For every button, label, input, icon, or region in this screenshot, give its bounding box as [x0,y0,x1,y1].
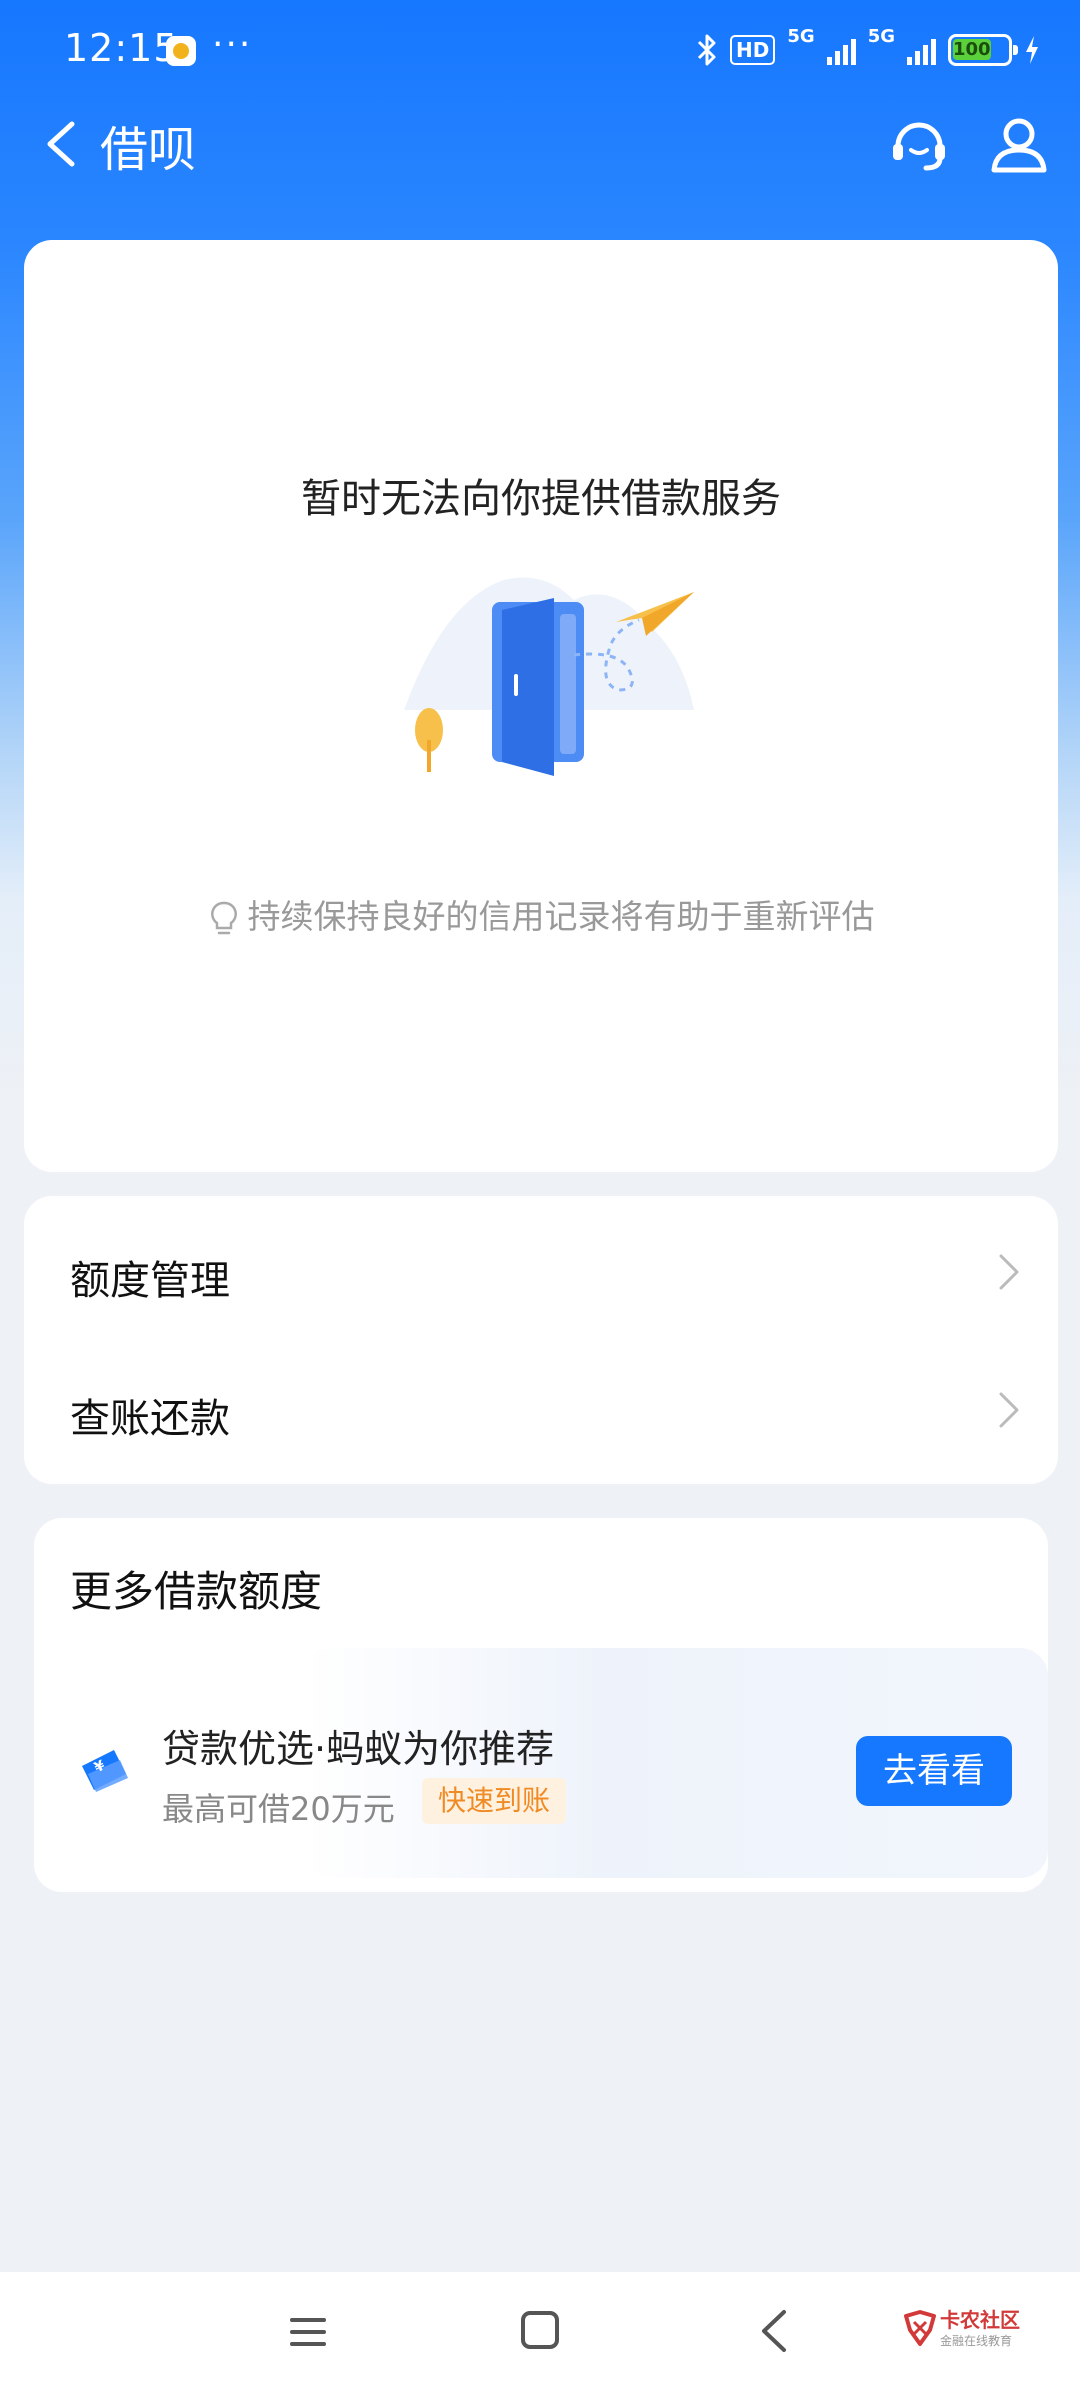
status-icons: HD 5G 5G 100 [696,28,1040,72]
recent-apps-button[interactable] [286,2310,330,2354]
promo-title: 贷款优选·蚂蚁为你推荐 [162,1727,555,1771]
loan-ticket-icon: ¥ [82,1750,128,1792]
chevron-right-icon [999,1254,1019,1290]
menu-icon [290,2318,326,2346]
user-icon [991,118,1047,173]
menu-item-label: 查账还款 [70,1396,230,1442]
door-illustration-icon [404,577,694,776]
profile-button[interactable] [984,108,1054,178]
network-type-1: 5G [787,26,815,47]
view-offer-button[interactable]: 去看看 [856,1736,1012,1806]
menu-item-label: 额度管理 [70,1258,230,1304]
promo-subtitle: 最高可借20万元 [162,1790,395,1828]
battery-icon: 100 [948,34,1018,66]
watermark-subtitle: 金融在线教育 [940,2334,1013,2348]
status-more-indicator: ··· [212,24,253,65]
signal-strength-2-icon [907,35,936,65]
credit-tip: 持续保持良好的信用记录将有助于重新评估 [24,890,1058,938]
back-arrow-icon [762,2310,786,2352]
menu-card: 额度管理 查账还款 [24,1196,1058,1484]
charging-icon [1026,36,1038,64]
signal-strength-1-icon [826,35,856,65]
back-icon [47,121,75,167]
battery-level: 100 [953,39,991,60]
customer-service-icon [893,122,945,171]
home-button[interactable] [518,2308,562,2352]
unavailable-message: 暂时无法向你提供借款服务 [301,476,781,522]
menu-item-quota-management[interactable]: 额度管理 [24,1204,1058,1340]
loan-status-card: 暂时无法向你提供借款服务 持续保持良好的信用记录将有助于重新评估 [24,240,1058,1172]
hd-voice-badge: HD [730,35,776,65]
more-credit-card: 更多借款额度 ¥ 贷款优选·蚂蚁为你推荐 最高可借20万元 快速到账 去看看 [34,1518,1048,1892]
page-title: 借呗 [100,122,197,178]
lightbulb-icon [210,901,237,934]
chevron-right-icon [999,1392,1019,1428]
status-time: 12:15 [64,26,179,70]
credit-tip-text: 持续保持良好的信用记录将有助于重新评估 [247,897,875,936]
watermark-name: 卡农社区 [940,2308,1020,2332]
system-back-button[interactable] [756,2306,792,2356]
notification-app-icon [166,36,196,66]
network-type-2: 5G [867,26,895,47]
home-square-icon [521,2311,559,2349]
customer-service-button[interactable] [884,108,954,178]
bluetooth-icon [697,34,716,66]
menu-item-bills-repayment[interactable]: 查账还款 [24,1342,1058,1478]
watermark-logo-icon [904,2310,936,2346]
section-title: 更多借款额度 [70,1567,323,1616]
back-button[interactable] [28,108,98,178]
fast-arrival-badge: 快速到账 [422,1778,567,1824]
